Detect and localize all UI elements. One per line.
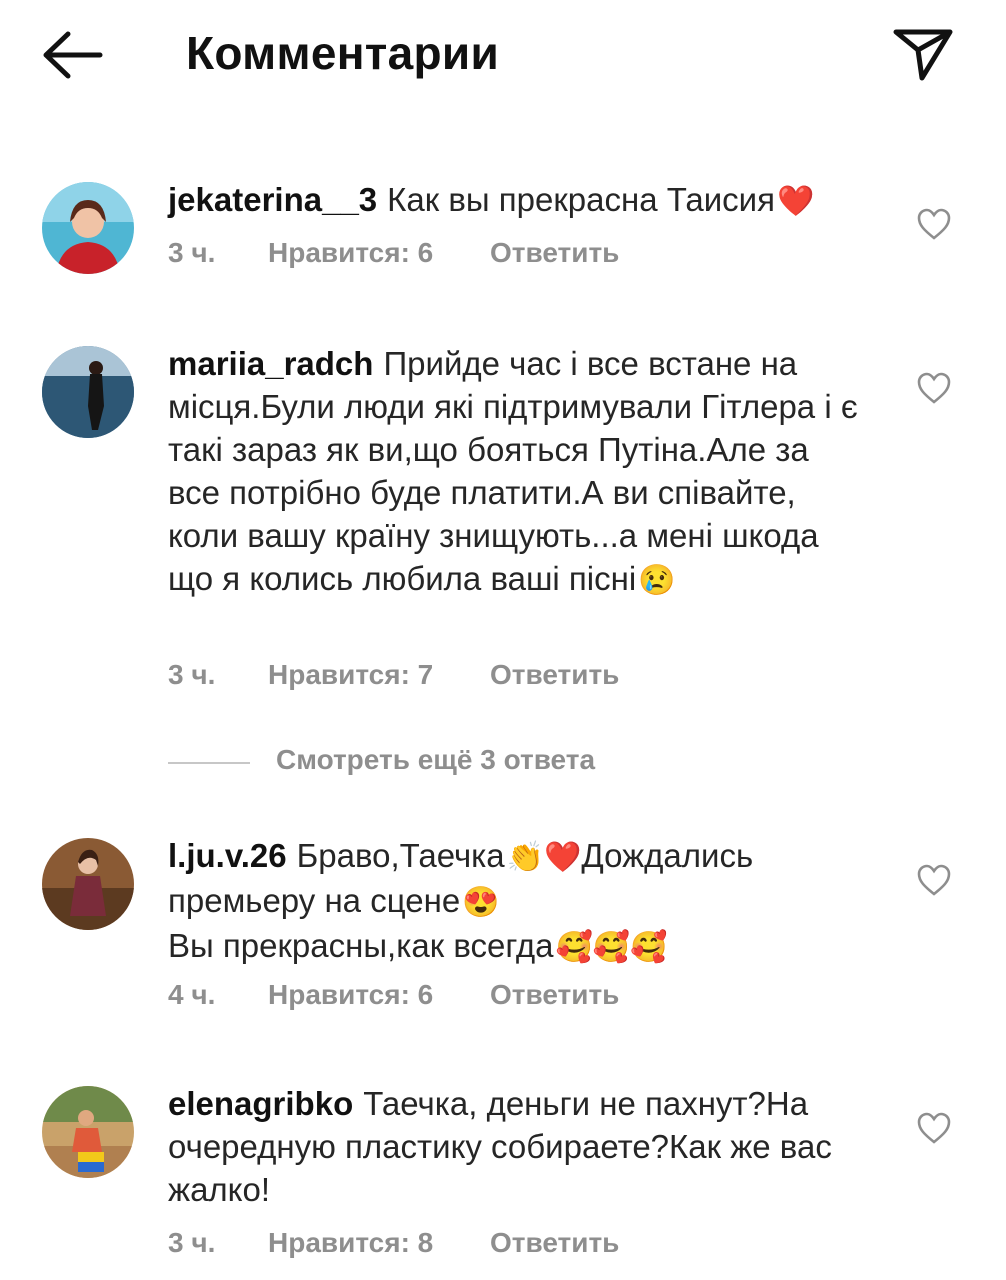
comment-text: Вы прекрасны,как всегда (168, 927, 554, 964)
heart-outline-icon (917, 372, 951, 404)
smiling-hearts-emoji: 🥰🥰🥰 (555, 931, 668, 964)
like-button[interactable] (916, 207, 952, 241)
comment-body: mariia_radch Прийде час і все встане на м… (168, 342, 868, 602)
comment-likes[interactable]: Нравится: 8 (268, 1227, 433, 1259)
comment-text: Браво,Таечка (296, 837, 505, 874)
avatar[interactable] (42, 838, 134, 930)
comment-time: 4 ч. (168, 979, 216, 1010)
comment-username[interactable]: elenagribko (168, 1085, 353, 1122)
like-button[interactable] (916, 371, 952, 405)
avatar[interactable] (42, 182, 134, 274)
reply-button[interactable]: Ответить (490, 979, 619, 1011)
view-more-replies-label: Смотреть ещё 3 ответа (276, 744, 596, 775)
clap-heart-emoji: 👏❤️ (506, 841, 582, 874)
comment-body: l.ju.v.26 Браво,Таечка👏❤️Дождались премье… (168, 834, 868, 969)
heart-emoji: ❤️ (777, 185, 815, 218)
page-title: Комментарии (186, 27, 500, 79)
divider-line (168, 762, 250, 764)
heart-eyes-emoji: 😍 (462, 886, 500, 919)
comment-time: 3 ч. (168, 1227, 216, 1258)
comment-username[interactable]: mariia_radch (168, 345, 373, 382)
reply-button[interactable]: Ответить (490, 659, 619, 691)
avatar[interactable] (42, 1086, 134, 1178)
crying-emoji: 😢 (638, 564, 676, 597)
top-bar: Комментарии (0, 0, 1006, 110)
comment-username[interactable]: l.ju.v.26 (168, 837, 287, 874)
paper-plane-icon (893, 29, 953, 81)
comment-text: Как вы прекрасна Таисия (387, 181, 775, 218)
heart-outline-icon (917, 864, 951, 896)
direct-message-button[interactable] (890, 22, 956, 82)
heart-outline-icon (917, 1112, 951, 1144)
comment-likes[interactable]: Нравится: 6 (268, 237, 433, 269)
back-button[interactable] (40, 28, 104, 82)
comment-username[interactable]: jekaterina__3 (168, 181, 377, 218)
comment-body: jekaterina__3 Как вы прекрасна Таисия❤️ (168, 178, 868, 223)
comment-body: elenagribko Таечка, деньги не пахнут?На о… (168, 1082, 868, 1211)
comment-likes[interactable]: Нравится: 6 (268, 979, 433, 1011)
comment-text: Прийде час і все встане на місця.Були лю… (168, 345, 858, 597)
comment-likes[interactable]: Нравится: 7 (268, 659, 433, 691)
like-button[interactable] (916, 863, 952, 897)
reply-button[interactable]: Ответить (490, 1227, 619, 1259)
heart-outline-icon (917, 208, 951, 240)
arrow-left-icon (43, 31, 103, 79)
avatar[interactable] (42, 346, 134, 438)
comment-time: 3 ч. (168, 237, 216, 268)
like-button[interactable] (916, 1111, 952, 1145)
comment-time: 3 ч. (168, 659, 216, 690)
reply-button[interactable]: Ответить (490, 237, 619, 269)
